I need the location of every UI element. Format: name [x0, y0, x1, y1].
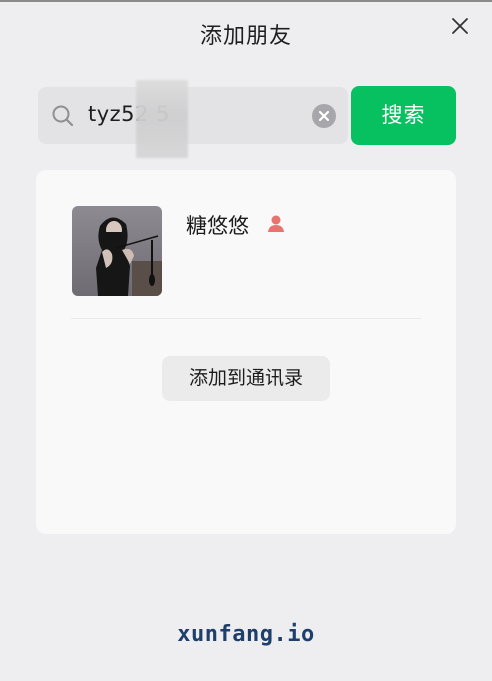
- search-result-card: 糖悠悠 添加到通讯录: [36, 170, 456, 534]
- female-icon: [268, 215, 284, 232]
- add-to-contacts-button[interactable]: 添加到通讯录: [162, 356, 330, 401]
- close-icon: [452, 18, 468, 34]
- search-input[interactable]: tyz52 5: [38, 87, 348, 144]
- watermark: xunfang.io: [177, 622, 315, 647]
- search-icon: [52, 105, 74, 127]
- divider: [71, 318, 421, 319]
- contact-name: 糖悠悠: [186, 214, 249, 238]
- close-button[interactable]: [448, 14, 472, 38]
- search-button[interactable]: 搜索: [351, 86, 456, 145]
- avatar[interactable]: [72, 206, 162, 296]
- dialog-title: 添加朋友: [199, 24, 292, 49]
- clear-icon[interactable]: [312, 104, 336, 128]
- window-top-border: [0, 0, 492, 2]
- redaction-blur: [136, 80, 188, 158]
